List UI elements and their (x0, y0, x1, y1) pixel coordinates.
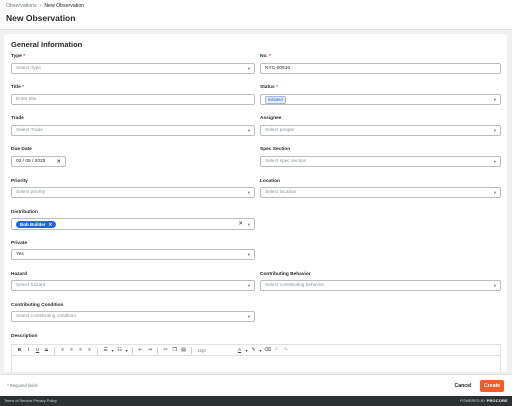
number-input[interactable]: NYC-00516 (260, 63, 501, 74)
clear-icon[interactable]: ✕ (238, 221, 243, 227)
highlight-icon[interactable]: ✎ (249, 346, 258, 355)
undo-icon[interactable]: ↶ (272, 346, 281, 355)
procore-logo: PROCORE (486, 399, 508, 403)
description-editor[interactable] (11, 355, 501, 372)
align-justify-icon[interactable]: ≡ (85, 346, 94, 355)
chevron-down-icon: ▾ (493, 159, 496, 164)
priority-label: Priority (11, 179, 28, 184)
underline-icon[interactable]: U (33, 346, 42, 355)
toolbar-divider (191, 346, 192, 354)
clear-date-icon[interactable]: ✕ (56, 159, 61, 165)
type-select[interactable]: Select Type ▾ (11, 63, 255, 74)
assignee-select[interactable]: Select people ▾ (260, 125, 501, 136)
spec-section-label: Spec Section (260, 147, 291, 152)
chevron-down-icon: ▾ (493, 128, 496, 133)
clear-format-icon[interactable]: ⌫ (263, 346, 272, 355)
distribution-chip[interactable]: Bob Builder ✕ (16, 220, 57, 228)
trade-label: Trade (11, 116, 24, 121)
chevron-down-icon: ▾ (247, 252, 250, 257)
hazard-label: Hazard (11, 272, 27, 277)
chevron-down-icon: ▾ (493, 97, 496, 102)
chevron-down-icon: ▾ (247, 190, 250, 195)
distribution-select[interactable]: Bob Builder ✕ ✕ ▾ (11, 218, 255, 230)
copy-icon[interactable]: ❐ (170, 346, 179, 355)
private-select[interactable]: Yes ▾ (11, 249, 255, 260)
paste-icon[interactable]: ▤ (179, 346, 188, 355)
status-badge: Initiated (265, 95, 286, 104)
section-title: General Information (11, 40, 83, 49)
status-select[interactable]: Initiated ▾ (260, 94, 501, 105)
breadcrumb: Observations › New Observation (6, 3, 84, 9)
type-label: Type * (11, 54, 26, 59)
chevron-down-icon[interactable]: ▾ (124, 346, 129, 355)
align-right-icon[interactable]: ≡ (76, 346, 85, 355)
chevron-down-icon: ▾ (247, 314, 250, 319)
outdent-icon[interactable]: ⇤ (136, 346, 145, 355)
indent-icon[interactable]: ⇥ (145, 346, 154, 355)
chevron-down-icon: ▾ (493, 283, 496, 288)
page-header: Observations › New Observation New Obser… (0, 0, 512, 30)
redo-icon[interactable]: ↷ (281, 346, 290, 355)
private-label: Private (11, 241, 27, 246)
text-color-icon[interactable]: A (235, 346, 244, 355)
align-left-icon[interactable]: ≡ (58, 346, 67, 355)
distribution-label: Distribution (11, 210, 38, 215)
general-information-card: General Information Type * Select Type ▾ … (4, 34, 507, 372)
rich-text-toolbar: B I U S ≡ ≡ ≡ ≡ ☰ ▾ ☷ ▾ ⇤ ⇥ ✂ ❐ ▤ 12pt A… (11, 344, 501, 355)
strikethrough-icon[interactable]: S (42, 346, 51, 355)
assignee-label: Assignee (260, 116, 282, 121)
number-label: No. * (260, 54, 271, 59)
due-date-input[interactable]: 02 / 05 / 2025 ✕ (11, 156, 66, 167)
spec-section-select[interactable]: Select spec section ▾ (260, 156, 501, 167)
bold-icon[interactable]: B (15, 346, 24, 355)
trade-select[interactable]: Select Trade ▾ (11, 125, 255, 136)
breadcrumb-current: New Observation (44, 3, 85, 9)
priority-select[interactable]: Select priority ▾ (11, 187, 255, 198)
align-center-icon[interactable]: ≡ (67, 346, 76, 355)
toolbar-divider (97, 346, 98, 354)
location-label: Location (260, 179, 280, 184)
chevron-down-icon: ▾ (247, 283, 250, 288)
bulleted-list-icon[interactable]: ☰ (101, 346, 110, 355)
chevron-right-icon: › (39, 3, 42, 9)
location-select[interactable]: Select location ▾ (260, 187, 501, 198)
title-input[interactable]: Enter title (11, 94, 255, 105)
page-title: New Observation (6, 13, 76, 23)
contributing-behavior-label: Contributing Behavior (260, 272, 311, 277)
cut-icon[interactable]: ✂ (161, 346, 170, 355)
powered-by: POWERED BY PROCORE (459, 399, 508, 403)
form-footer: * Required fields Cancel Create (0, 374, 512, 396)
description-label: Description (11, 334, 38, 339)
hazard-select[interactable]: Select hazard ▾ (11, 280, 255, 291)
toolbar-divider (54, 346, 55, 354)
create-button[interactable]: Create (480, 380, 504, 392)
status-label: Status * (260, 85, 278, 90)
breadcrumb-observations-link[interactable]: Observations (6, 3, 37, 9)
title-label: Title * (11, 85, 24, 90)
italic-icon[interactable]: I (24, 346, 33, 355)
due-date-label: Due Date (11, 147, 32, 152)
legal-links[interactable]: Terms of Service Privacy Policy (4, 399, 57, 403)
bottom-strip: Terms of Service Privacy Policy POWERED … (0, 396, 512, 406)
chevron-down-icon: ▾ (247, 66, 250, 71)
contributing-behavior-select[interactable]: Select contributing behavior ▾ (260, 280, 501, 291)
toolbar-divider (132, 346, 133, 354)
chevron-down-icon: ▾ (247, 222, 250, 227)
toolbar-divider (157, 346, 158, 354)
numbered-list-icon[interactable]: ☷ (115, 346, 124, 355)
chevron-down-icon: ▾ (247, 128, 250, 133)
cancel-button[interactable]: Cancel (450, 380, 476, 392)
remove-chip-icon[interactable]: ✕ (49, 222, 53, 227)
contributing-condition-select[interactable]: Select contributing condition ▾ (11, 311, 255, 322)
required-fields-note: * Required fields (7, 383, 38, 388)
font-size-select[interactable]: 12pt (195, 348, 235, 353)
contributing-condition-label: Contributing Condition (11, 303, 64, 308)
chevron-down-icon: ▾ (493, 190, 496, 195)
